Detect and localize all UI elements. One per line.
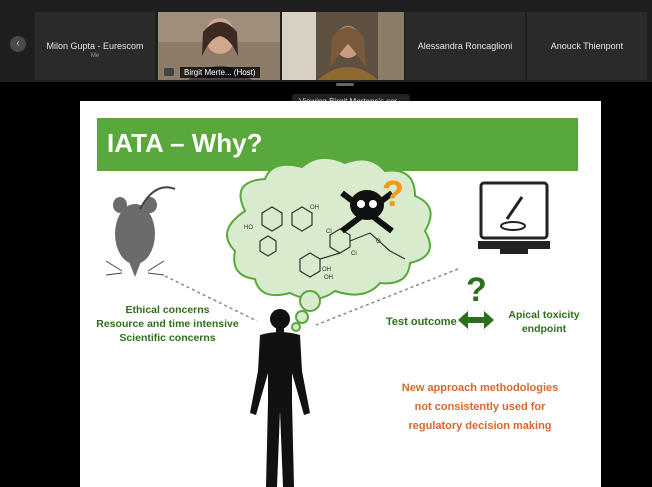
concern-line: Resource and time intensive: [96, 318, 239, 330]
participant-label: Birgit Merte... (Host): [180, 67, 260, 78]
concern-line: Ethical concerns: [125, 304, 210, 316]
double-arrow-icon: [458, 311, 494, 329]
participant-video: [282, 12, 404, 80]
apical-endpoint-label: Apical toxicity endpoint: [498, 308, 590, 336]
participant-name: Anouck Thienpont: [550, 41, 624, 51]
participant-sub: Me: [90, 53, 100, 59]
participant-tile-alessandra[interactable]: Alessandra Roncaglioni: [405, 12, 525, 80]
shared-slide: IATA – Why? HO OH Cl Cl O OH OH ? ? Ethi…: [80, 101, 601, 487]
question-mark-green: ?: [466, 271, 487, 309]
test-outcome-label: Test outcome: [386, 316, 457, 328]
participant-tile-milon[interactable]: Milon Gupta - Eurescom Me: [35, 12, 155, 80]
apical-line: Apical toxicity: [508, 309, 580, 321]
participant-tile-3[interactable]: [282, 12, 404, 80]
chem-label: HO: [244, 225, 253, 231]
concern-line: Scientific concerns: [119, 332, 216, 344]
participant-name: Alessandra Roncaglioni: [417, 41, 513, 51]
left-concerns: Ethical concerns Resource and time inten…: [80, 303, 255, 345]
participant-strip: ‹ Milon Gupta - Eurescom Me Birgit Merte…: [0, 0, 652, 82]
participant-tile-anouck[interactable]: Anouck Thienpont: [527, 12, 647, 80]
nam-line: New approach methodologies: [401, 382, 559, 394]
human-silhouette-icon: [250, 309, 310, 487]
apical-line: endpoint: [521, 323, 567, 335]
chem-label: Cl: [326, 229, 332, 235]
participant-tile-birgit[interactable]: Birgit Merte... (Host): [158, 12, 280, 80]
computer-icon: [478, 181, 550, 254]
participant-name: Milon Gupta - Eurescom: [46, 41, 144, 51]
mouse-icon: [105, 186, 176, 277]
collapse-strip-icon[interactable]: ‹: [10, 36, 26, 52]
mic-icon: [164, 68, 174, 76]
question-mark-orange: ?: [382, 173, 404, 214]
chem-label: O: [376, 239, 381, 245]
chem-label: Cl: [351, 251, 357, 257]
chem-label: OH: [310, 205, 319, 211]
strip-resize-handle[interactable]: [336, 83, 354, 86]
nam-line: not consistently used for: [414, 401, 546, 413]
nam-line: regulatory decision making: [408, 420, 552, 432]
chem-label: OH: [322, 267, 331, 273]
nam-statement: New approach methodologies not consisten…: [370, 379, 590, 436]
chem-label: OH: [324, 275, 333, 281]
